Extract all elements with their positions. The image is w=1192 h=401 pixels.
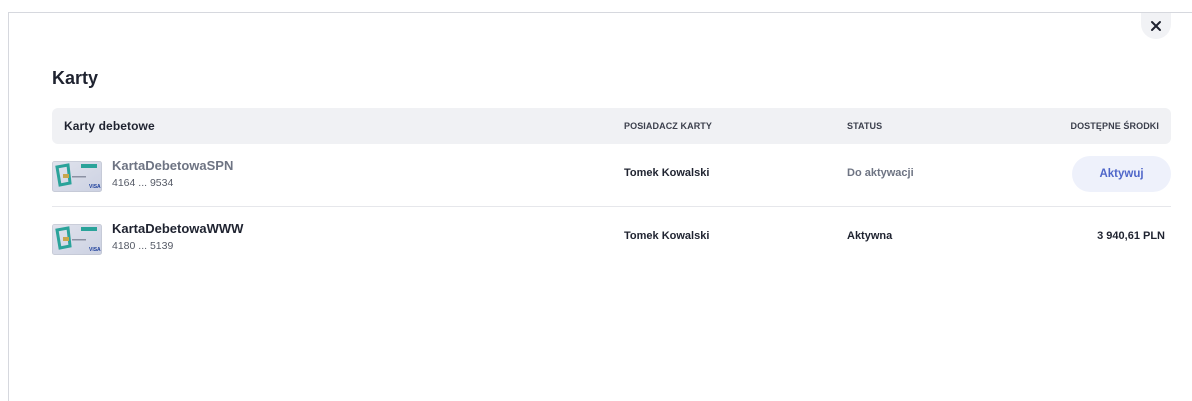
- cards-table: Karty debetowe POSIADACZ KARTY STATUS DO…: [52, 108, 1171, 269]
- card-owner: Tomek Kowalski: [624, 167, 710, 179]
- close-icon: [1151, 21, 1161, 31]
- close-button[interactable]: [1141, 13, 1171, 39]
- card-number: 4164 ... 9534: [112, 177, 174, 189]
- card-name[interactable]: KartaDebetowaSPN: [112, 158, 233, 173]
- table-row[interactable]: VISA KartaDebetowaWWW 4180 ... 5139 Tome…: [52, 207, 1171, 269]
- debit-card-icon: VISA: [52, 224, 102, 255]
- svg-text:VISA: VISA: [89, 184, 101, 190]
- card-status: Aktywna: [847, 230, 893, 242]
- page-title: Karty: [52, 68, 99, 88]
- card-name[interactable]: KartaDebetowaWWW: [112, 221, 243, 236]
- card-owner: Tomek Kowalski: [624, 230, 710, 242]
- activate-button[interactable]: Aktywuj: [1072, 156, 1171, 192]
- header-card-group: Karty debetowe: [64, 119, 155, 133]
- cards-modal: Karty Karty debetowe POSIADACZ KARTY STA…: [8, 12, 1192, 401]
- debit-card-icon: VISA: [52, 161, 102, 192]
- header-funds: DOSTĘPNE ŚRODKI: [1070, 121, 1159, 131]
- available-funds: 3 940,61 PLN: [1097, 230, 1165, 242]
- header-status: STATUS: [847, 121, 883, 131]
- card-number: 4180 ... 5139: [112, 240, 174, 252]
- table-row[interactable]: VISA KartaDebetowaSPN 4164 ... 9534 Tome…: [52, 144, 1171, 207]
- table-header: Karty debetowe POSIADACZ KARTY STATUS DO…: [52, 108, 1171, 144]
- header-owner: POSIADACZ KARTY: [624, 121, 713, 131]
- svg-text:VISA: VISA: [89, 247, 101, 253]
- card-status: Do aktywacji: [847, 167, 914, 179]
